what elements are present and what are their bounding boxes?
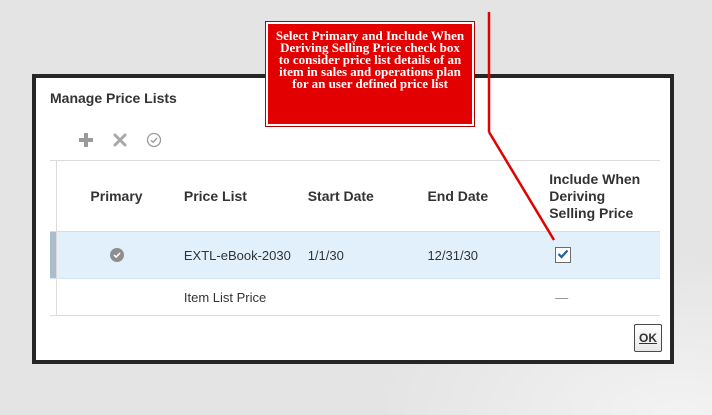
x-icon[interactable]	[110, 130, 130, 150]
column-header-start-date[interactable]: Start Date	[299, 160, 420, 232]
primary-indicator-icon[interactable]	[109, 247, 124, 262]
include-checkbox[interactable]	[555, 247, 572, 264]
table-header-row: Primary Price List Start Date End Date I…	[50, 160, 660, 232]
check-circle-icon[interactable]	[144, 130, 164, 150]
start-date-cell	[299, 278, 420, 316]
column-header-primary[interactable]: Primary	[56, 160, 176, 232]
plus-icon[interactable]	[76, 130, 96, 150]
ok-button[interactable]: OK	[634, 324, 662, 352]
price-list-cell: EXTL-eBook-2030	[175, 231, 300, 279]
toolbar	[76, 130, 164, 150]
table-row[interactable]: Item List Price —	[50, 278, 660, 316]
annotation-callout: Select Primary and Include When Deriving…	[266, 22, 474, 126]
row-selector[interactable]	[50, 231, 58, 279]
row-selector[interactable]	[50, 278, 58, 316]
price-lists-table: Primary Price List Start Date End Date I…	[50, 160, 660, 316]
selector-column-header	[50, 160, 58, 232]
end-date-cell: 12/31/30	[419, 231, 542, 279]
include-placeholder: —	[541, 278, 660, 316]
column-header-price-list[interactable]: Price List	[175, 160, 300, 232]
column-header-include[interactable]: Include When Deriving Selling Price	[541, 160, 660, 232]
end-date-cell	[419, 278, 542, 316]
start-date-cell: 1/1/30	[299, 231, 420, 279]
price-list-cell: Item List Price	[175, 278, 300, 316]
dialog-title: Manage Price Lists	[50, 90, 177, 106]
table-row[interactable]: EXTL-eBook-2030 1/1/30 12/31/30	[50, 231, 660, 279]
column-header-end-date[interactable]: End Date	[419, 160, 542, 232]
